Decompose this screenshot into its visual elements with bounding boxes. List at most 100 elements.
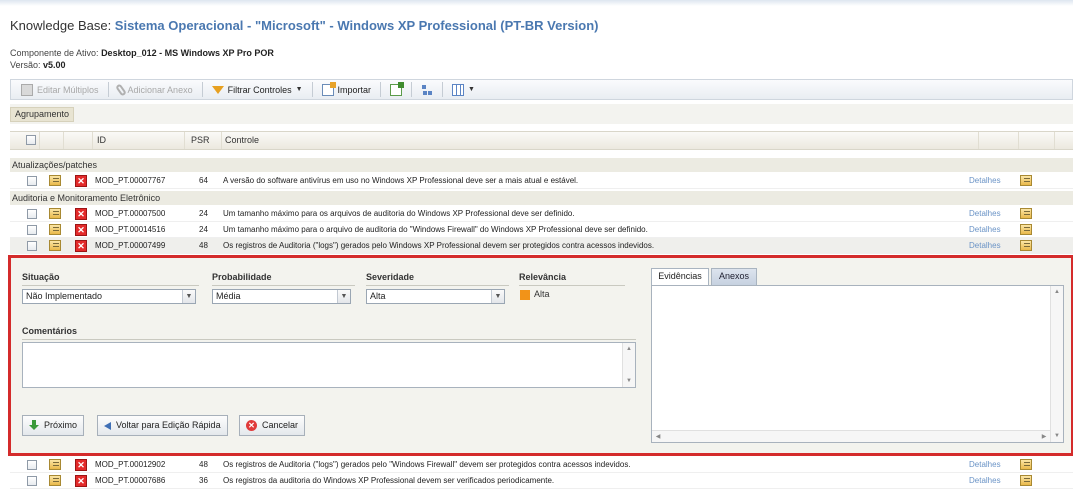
row-checkbox[interactable] <box>27 225 37 235</box>
comments-scrollbar[interactable]: ▲ ▼ <box>622 343 635 387</box>
comments-textarea[interactable]: ▲ ▼ <box>22 342 636 388</box>
details-link[interactable]: Detalhes <box>969 222 1001 238</box>
probabilidade-label: Probabilidade <box>212 272 272 282</box>
delete-icon[interactable]: ✕ <box>75 459 87 471</box>
scroll-down-icon[interactable]: ▼ <box>623 375 635 387</box>
filter-controls-button[interactable]: Filtrar Controles ▼ <box>206 81 309 98</box>
row-checkbox[interactable] <box>27 241 37 251</box>
table-row[interactable]: ✕ MOD_PT.00007500 24 Um tamanho máximo p… <box>10 206 1073 222</box>
asset-value: Desktop_012 - MS Windows XP Pro POR <box>101 48 274 58</box>
asset-component-line: Componente de Ativo: Desktop_012 - MS Wi… <box>10 48 274 58</box>
chevron-down-icon: ▼ <box>295 86 303 93</box>
toolbar-separator <box>411 82 413 97</box>
table-row[interactable]: ✕ MOD_PT.00014516 24 Um tamanho máximo p… <box>10 222 1073 238</box>
next-button[interactable]: Próximo <box>22 415 85 436</box>
row-control: Os registros de Auditoria ("logs") gerad… <box>223 460 631 469</box>
column-header-psr[interactable]: PSR <box>185 132 222 149</box>
row-control: Os registros de Auditoria ("logs") gerad… <box>223 241 655 250</box>
version-value: v5.00 <box>43 60 66 70</box>
row-checkbox[interactable] <box>27 476 37 486</box>
cancel-icon: ✕ <box>246 420 257 431</box>
select-all-cell <box>10 132 40 149</box>
next-label: Próximo <box>44 420 78 430</box>
back-to-quick-edit-button[interactable]: Voltar para Edição Rápida <box>97 415 228 436</box>
edit-icon[interactable] <box>49 459 61 470</box>
delete-icon[interactable]: ✕ <box>75 224 87 236</box>
evidence-vertical-scrollbar[interactable]: ▲ ▼ <box>1050 286 1063 442</box>
add-attachment-label: Adicionar Anexo <box>127 84 193 95</box>
export-button[interactable] <box>384 81 408 98</box>
delete-icon[interactable]: ✕ <box>75 175 87 187</box>
edit-icon[interactable] <box>1020 459 1032 470</box>
row-psr: 36 <box>199 476 208 485</box>
top-gradient <box>0 0 1073 6</box>
row-control: Um tamanho máximo para os arquivos de au… <box>223 209 575 218</box>
relevancia-value: Alta <box>534 289 550 299</box>
table-row[interactable]: ✕ MOD_PT.00012902 48 Os registros de Aud… <box>10 457 1073 473</box>
edit-icon[interactable] <box>1020 208 1032 219</box>
relevancia-label: Relevância <box>519 272 567 282</box>
severidade-value: Alta <box>370 291 386 301</box>
probabilidade-select[interactable]: Média ▼ <box>212 289 351 304</box>
edit-icon[interactable] <box>49 475 61 486</box>
table-row-selected[interactable]: ✕ MOD_PT.00007499 48 Os registros de Aud… <box>10 238 1073 254</box>
edit-multiple-button[interactable]: Editar Múltiplos <box>15 81 105 98</box>
delete-icon[interactable]: ✕ <box>75 208 87 220</box>
edit-icon[interactable] <box>49 224 61 235</box>
details-link[interactable]: Detalhes <box>969 173 1001 189</box>
evidence-horizontal-scrollbar[interactable]: ◀ ▶ <box>652 430 1050 442</box>
details-link[interactable]: Detalhes <box>969 457 1001 473</box>
tab-anexos[interactable]: Anexos <box>711 268 757 285</box>
row-psr: 64 <box>199 176 208 185</box>
select-all-checkbox[interactable] <box>26 135 36 145</box>
details-link[interactable]: Detalhes <box>969 238 1001 254</box>
row-id: MOD_PT.00007500 <box>95 209 166 218</box>
hierarchy-button[interactable] <box>415 81 439 98</box>
column-header-id[interactable]: ID <box>93 132 185 149</box>
label-underline <box>212 285 355 286</box>
scroll-right-icon[interactable]: ▶ <box>1038 431 1050 443</box>
delete-icon[interactable]: ✕ <box>75 475 87 487</box>
edit-icon[interactable] <box>1020 175 1032 186</box>
scroll-up-icon[interactable]: ▲ <box>1051 286 1063 298</box>
label-underline <box>22 339 636 340</box>
group-row[interactable]: Auditoria e Monitoramento Eletrônico <box>10 191 1073 205</box>
table-row[interactable]: ✕ MOD_PT.00007686 36 Os registros da aud… <box>10 473 1073 489</box>
edit-icon[interactable] <box>49 208 61 219</box>
edit-icon[interactable] <box>49 175 61 186</box>
toolbar: Editar Múltiplos Adicionar Anexo Filtrar… <box>10 79 1073 100</box>
grouping-chip[interactable]: Agrupamento <box>10 107 75 122</box>
row-control: Um tamanho máximo para o arquivo de audi… <box>223 225 648 234</box>
edit-icon[interactable] <box>1020 224 1032 235</box>
add-attachment-button[interactable]: Adicionar Anexo <box>112 81 199 98</box>
scroll-left-icon[interactable]: ◀ <box>652 431 664 443</box>
import-icon <box>321 81 336 96</box>
columns-button[interactable]: ▼ <box>446 81 481 98</box>
scroll-up-icon[interactable]: ▲ <box>623 343 635 355</box>
row-checkbox[interactable] <box>27 460 37 470</box>
scroll-down-icon[interactable]: ▼ <box>1051 430 1063 442</box>
edit-icon[interactable] <box>49 240 61 251</box>
edit-icon[interactable] <box>1020 475 1032 486</box>
situacao-select[interactable]: Não Implementado ▼ <box>22 289 196 304</box>
row-checkbox[interactable] <box>27 209 37 219</box>
edit-icon <box>21 83 33 96</box>
details-link[interactable]: Detalhes <box>969 473 1001 489</box>
table-row[interactable]: ✕ MOD_PT.00007767 64 A versão do softwar… <box>10 173 1073 189</box>
severidade-select[interactable]: Alta ▼ <box>366 289 505 304</box>
evidence-textarea[interactable]: ▲ ▼ ◀ ▶ <box>651 285 1064 443</box>
row-checkbox[interactable] <box>27 176 37 186</box>
details-link[interactable]: Detalhes <box>969 206 1001 222</box>
tab-evidencias[interactable]: Evidências <box>651 268 709 286</box>
delete-icon[interactable]: ✕ <box>75 240 87 252</box>
row-id: MOD_PT.00014516 <box>95 225 166 234</box>
group-row[interactable]: Atualizações/patches <box>10 158 1073 172</box>
edit-icon[interactable] <box>1020 240 1032 251</box>
header-spacer <box>64 132 93 149</box>
paperclip-icon <box>114 82 127 97</box>
cancel-button[interactable]: ✕ Cancelar <box>239 415 306 436</box>
import-button[interactable]: Importar <box>316 81 378 98</box>
row-psr: 48 <box>199 241 208 250</box>
column-header-control[interactable]: Controle <box>222 132 979 149</box>
arrow-down-icon <box>29 420 39 431</box>
